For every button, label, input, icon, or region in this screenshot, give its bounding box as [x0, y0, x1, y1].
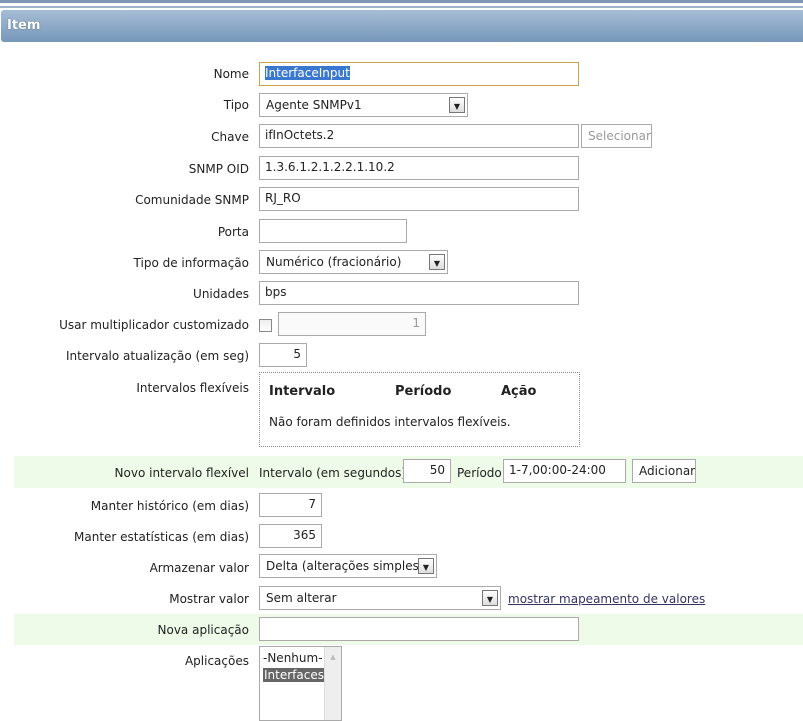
estatisticas-label: Manter estatísticas (em dias) [74, 530, 249, 544]
chave-input[interactable]: ifInOctets.2 [259, 124, 579, 148]
mostrar-value: Sem alterar [266, 591, 337, 605]
tipo-info-select[interactable]: Numérico (fracionário) ▼ [259, 250, 448, 274]
armazenar-label: Armazenar valor [149, 561, 249, 575]
nome-label: Nome [213, 67, 249, 81]
novo-flex-interval-value: 50 [429, 463, 445, 477]
flex-intervals-table: Intervalo Período Ação Não foram definid… [259, 372, 580, 447]
mostrar-label: Mostrar valor [169, 592, 249, 606]
novo-flex-period-value: 1-7,00:00-24:00 [509, 463, 606, 477]
novo-flex-interval-label: Intervalo (em segundos) [259, 466, 407, 480]
selecionar-button[interactable]: Selecionar [581, 124, 652, 148]
section-header: Item [1, 10, 803, 42]
intervalo-label: Intervalo atualização (em seg) [65, 349, 249, 363]
flex-label: Intervalos flexíveis [136, 381, 249, 395]
comunidade-label: Comunidade SNMP [135, 193, 249, 207]
porta-label: Porta [217, 225, 249, 239]
tipo-select[interactable]: Agente SNMPv1 ▼ [259, 93, 468, 117]
estatisticas-value: 365 [293, 528, 316, 542]
chave-value: ifInOctets.2 [265, 128, 335, 142]
top-border [0, 0, 803, 8]
historico-input[interactable]: 7 [259, 493, 322, 517]
snmp-oid-label: SNMP OID [188, 162, 249, 176]
nova-app-input[interactable] [259, 617, 579, 641]
listbox-scrollbar[interactable]: ▲ [324, 647, 341, 720]
scroll-up-icon: ▲ [330, 653, 336, 661]
snmp-oid-input[interactable]: 1.3.6.1.2.1.2.2.1.10.2 [259, 156, 579, 180]
mapeamento-link[interactable]: mostrar mapeamento de valores [508, 592, 705, 606]
estatisticas-input[interactable]: 365 [259, 524, 322, 548]
armazenar-value: Delta (alterações simples) [266, 559, 424, 573]
adicionar-button[interactable]: Adicionar [632, 459, 696, 483]
tipo-info-label: Tipo de informação [133, 256, 249, 270]
chevron-down-icon: ▼ [429, 254, 445, 270]
multiplicador-label: Usar multiplicador customizado [59, 318, 249, 332]
unidades-value: bps [265, 285, 287, 299]
multiplicador-input[interactable]: 1 [278, 312, 426, 336]
multiplicador-value: 1 [412, 316, 420, 330]
armazenar-select[interactable]: Delta (alterações simples) ▼ [259, 554, 437, 578]
section-title: Item [7, 18, 41, 33]
multiplicador-checkbox[interactable] [259, 319, 272, 332]
historico-value: 7 [308, 497, 316, 511]
chevron-down-icon: ▼ [482, 590, 498, 606]
chevron-down-icon: ▼ [418, 558, 434, 574]
list-item-selected[interactable]: Interfaces [263, 668, 325, 682]
unidades-input[interactable]: bps [259, 281, 579, 305]
aplicacoes-listbox[interactable]: -Nenhum- Interfaces ▲ [259, 646, 342, 721]
tipo-info-value: Numérico (fracionário) [266, 255, 402, 269]
novo-flex-period-label: Período [457, 466, 502, 480]
tipo-value: Agente SNMPv1 [266, 98, 362, 112]
novo-flex-label: Novo intervalo flexível [114, 466, 249, 480]
nome-input[interactable]: InterfaceInput [259, 62, 579, 86]
comunidade-input[interactable]: RJ_RO [259, 187, 579, 211]
col-periodo: Período [395, 384, 452, 399]
intervalo-value: 5 [293, 347, 301, 361]
unidades-label: Unidades [193, 287, 249, 301]
historico-label: Manter histórico (em dias) [90, 499, 249, 513]
tipo-label: Tipo [223, 98, 249, 112]
aplicacoes-label: Aplicações [184, 654, 249, 668]
col-acao: Ação [501, 384, 537, 399]
list-item[interactable]: -Nenhum- [263, 651, 323, 665]
chave-label: Chave [211, 130, 249, 144]
intervalo-input[interactable]: 5 [259, 343, 307, 367]
nova-app-label: Nova aplicação [157, 623, 249, 637]
porta-input[interactable] [259, 219, 407, 243]
nome-value: InterfaceInput [265, 66, 350, 80]
mostrar-select[interactable]: Sem alterar ▼ [259, 586, 501, 610]
comunidade-value: RJ_RO [265, 191, 301, 205]
chevron-down-icon: ▼ [449, 97, 465, 113]
novo-flex-period-input[interactable]: 1-7,00:00-24:00 [503, 459, 626, 483]
snmp-oid-value: 1.3.6.1.2.1.2.2.1.10.2 [265, 160, 395, 174]
col-intervalo: Intervalo [269, 384, 336, 399]
flex-empty-message: Não foram definidos intervalos flexíveis… [269, 415, 511, 429]
novo-flex-interval-input[interactable]: 50 [403, 459, 451, 483]
